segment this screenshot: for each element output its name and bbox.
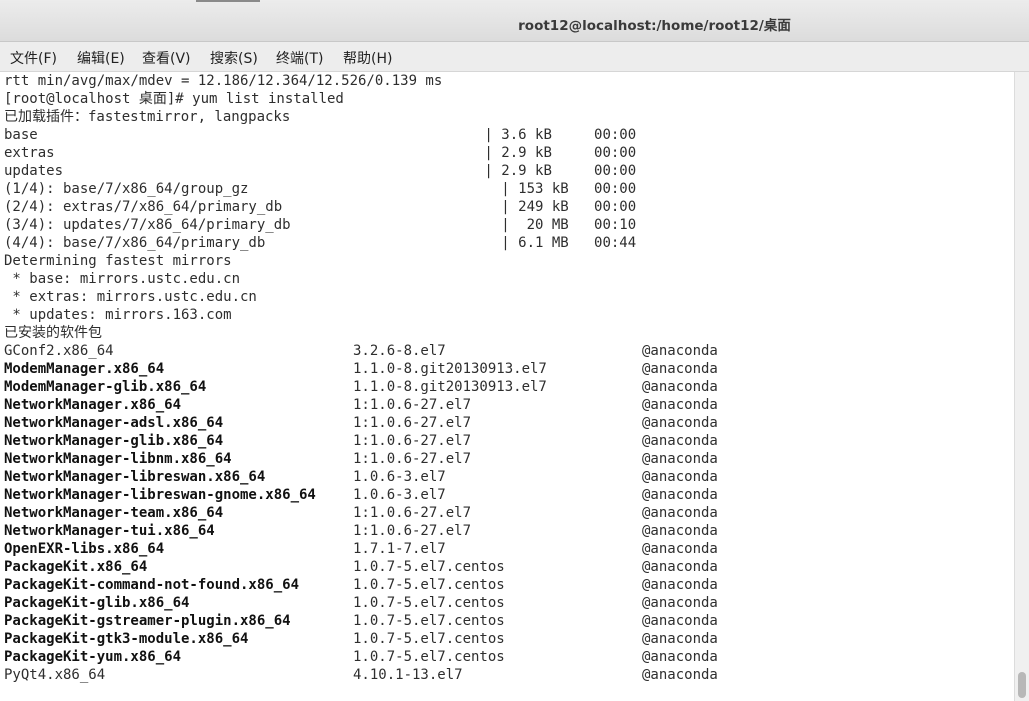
menu-file[interactable]: 文件(F)	[10, 48, 57, 68]
package-repo: @anaconda	[642, 505, 718, 521]
package-repo: @anaconda	[642, 523, 718, 539]
menu-view[interactable]: 查看(V)	[142, 48, 191, 68]
menu-terminal[interactable]: 终端(T)	[276, 48, 323, 68]
package-name: PyQt4.x86_64	[4, 667, 106, 683]
terminal-line: (2/4): extras/7/x86_64/primary_db | 249 …	[4, 199, 637, 215]
package-repo: @anaconda	[642, 361, 718, 377]
package-name: NetworkManager-glib.x86_64	[4, 433, 224, 449]
terminal-line: * base: mirrors.ustc.edu.cn	[4, 271, 241, 287]
package-name: NetworkManager-libnm.x86_64	[4, 451, 232, 467]
package-repo: @anaconda	[642, 487, 718, 503]
package-version: 1:1.0.6-27.el7	[353, 451, 472, 467]
scrollbar-thumb[interactable]	[1018, 672, 1026, 698]
package-version: 1.7.1-7.el7	[353, 541, 446, 557]
package-version: 1.0.7-5.el7.centos	[353, 649, 505, 665]
package-version: 1.0.7-5.el7.centos	[353, 631, 505, 647]
terminal-line: 已加载插件：fastestmirror, langpacks	[4, 109, 291, 125]
terminal-line: extras | 2.9 kB 00:00	[4, 145, 637, 161]
package-version: 1:1.0.6-27.el7	[353, 523, 472, 539]
package-name: NetworkManager-libreswan-gnome.x86_64	[4, 487, 316, 503]
package-repo: @anaconda	[642, 541, 718, 557]
terminal-line: updates | 2.9 kB 00:00	[4, 163, 637, 179]
package-repo: @anaconda	[642, 415, 718, 431]
package-version: 3.2.6-8.el7	[353, 343, 446, 359]
terminal-line: (4/4): base/7/x86_64/primary_db | 6.1 MB…	[4, 235, 637, 251]
vertical-scrollbar[interactable]	[1014, 72, 1029, 701]
package-version: 1.0.7-5.el7.centos	[353, 559, 505, 575]
package-version: 1.0.7-5.el7.centos	[353, 595, 505, 611]
package-name: PackageKit.x86_64	[4, 559, 148, 575]
package-repo: @anaconda	[642, 343, 718, 359]
package-name: ModemManager-glib.x86_64	[4, 379, 207, 395]
package-repo: @anaconda	[642, 667, 718, 683]
terminal-line: * extras: mirrors.ustc.edu.cn	[4, 289, 257, 305]
package-repo: @anaconda	[642, 397, 718, 413]
package-name: PackageKit-command-not-found.x86_64	[4, 577, 300, 593]
package-repo: @anaconda	[642, 379, 718, 395]
package-name: PackageKit-gtk3-module.x86_64	[4, 631, 249, 647]
menu-bar: 文件(F) 编辑(E) 查看(V) 搜索(S) 终端(T) 帮助(H)	[0, 42, 1029, 72]
package-version: 1.1.0-8.git20130913.el7	[353, 361, 547, 377]
terminal-line: rtt min/avg/max/mdev = 12.186/12.364/12.…	[4, 73, 443, 89]
title-bar[interactable]: root12@localhost:/home/root12/桌面	[0, 0, 1029, 42]
package-name: NetworkManager-libreswan.x86_64	[4, 469, 266, 485]
package-version: 4.10.1-13.el7	[353, 667, 463, 683]
package-name: NetworkManager-tui.x86_64	[4, 523, 215, 539]
terminal-line: base | 3.6 kB 00:00	[4, 127, 637, 143]
package-repo: @anaconda	[642, 631, 718, 647]
package-name: PackageKit-gstreamer-plugin.x86_64	[4, 613, 291, 629]
package-name: GConf2.x86_64	[4, 343, 114, 359]
package-version: 1.1.0-8.git20130913.el7	[353, 379, 547, 395]
package-name: OpenEXR-libs.x86_64	[4, 541, 165, 557]
package-repo: @anaconda	[642, 469, 718, 485]
terminal-window: root12@localhost:/home/root12/桌面 文件(F) 编…	[0, 0, 1029, 701]
package-version: 1:1.0.6-27.el7	[353, 433, 472, 449]
package-repo: @anaconda	[642, 451, 718, 467]
package-version: 1:1.0.6-27.el7	[353, 415, 472, 431]
package-repo: @anaconda	[642, 577, 718, 593]
menu-search[interactable]: 搜索(S)	[210, 48, 258, 68]
package-name: PackageKit-yum.x86_64	[4, 649, 182, 665]
package-repo: @anaconda	[642, 559, 718, 575]
package-repo: @anaconda	[642, 613, 718, 629]
package-repo: @anaconda	[642, 595, 718, 611]
package-name: NetworkManager.x86_64	[4, 397, 182, 413]
package-version: 1.0.6-3.el7	[353, 487, 446, 503]
package-version: 1.0.7-5.el7.centos	[353, 577, 505, 593]
terminal-line: Determining fastest mirrors	[4, 253, 232, 269]
menu-edit[interactable]: 编辑(E)	[77, 48, 125, 68]
package-name: ModemManager.x86_64	[4, 361, 165, 377]
terminal-output[interactable]: rtt min/avg/max/mdev = 12.186/12.364/12.…	[0, 72, 1014, 701]
terminal-line: * updates: mirrors.163.com	[4, 307, 232, 323]
menu-help[interactable]: 帮助(H)	[343, 48, 392, 68]
terminal-line: [root@localhost 桌面]# yum list installed	[4, 91, 344, 107]
package-repo: @anaconda	[642, 649, 718, 665]
package-name: NetworkManager-adsl.x86_64	[4, 415, 224, 431]
package-name: PackageKit-glib.x86_64	[4, 595, 190, 611]
terminal-line: (1/4): base/7/x86_64/group_gz | 153 kB 0…	[4, 181, 637, 197]
package-version: 1.0.6-3.el7	[353, 469, 446, 485]
window-title: root12@localhost:/home/root12/桌面	[518, 18, 791, 34]
package-version: 1:1.0.6-27.el7	[353, 505, 472, 521]
package-name: NetworkManager-team.x86_64	[4, 505, 224, 521]
terminal-line: 已安装的软件包	[4, 325, 102, 341]
title-bar-indicator	[196, 0, 260, 2]
package-version: 1:1.0.6-27.el7	[353, 397, 472, 413]
package-repo: @anaconda	[642, 433, 718, 449]
terminal-line: (3/4): updates/7/x86_64/primary_db | 20 …	[4, 217, 637, 233]
package-version: 1.0.7-5.el7.centos	[353, 613, 505, 629]
